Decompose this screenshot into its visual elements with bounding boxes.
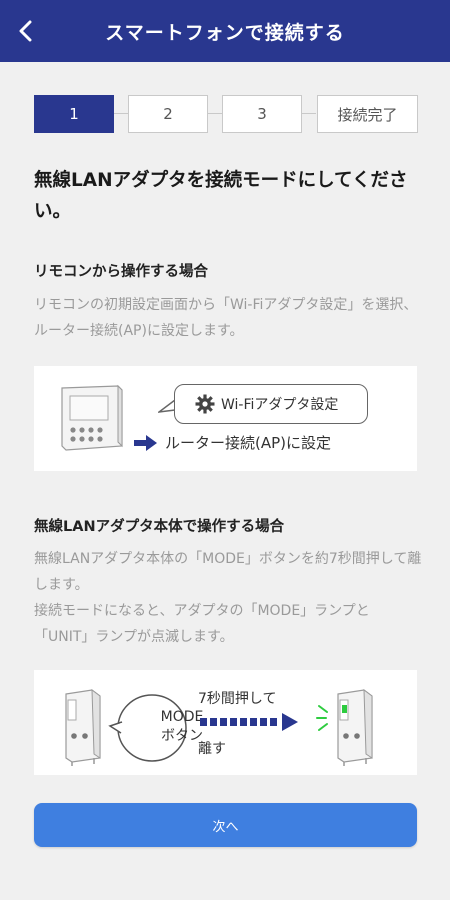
gear-icon (195, 394, 215, 414)
adapter-section-body-2: 接続モードになると、アダプタの「MODE」ランプと「UNIT」ランプが点滅します… (34, 603, 370, 645)
wifi-setting-label: Wi-Fiアダプタ設定 (221, 397, 339, 413)
remote-controller-icon (61, 384, 123, 451)
router-setting-row: ルーター接続(AP)に設定 (134, 432, 331, 453)
wifi-adapter-blinking-icon (337, 688, 373, 766)
wifi-adapter-icon (65, 688, 101, 766)
instruction-title: 無線LANアダプタを接続モードにしてください。 (34, 170, 408, 222)
adapter-section-body-1: 無線LANアダプタ本体の「MODE」ボタンを約7秒間押して離します。 (34, 551, 422, 593)
app-header: スマートフォンで接続する (0, 0, 450, 62)
page-title: スマートフォンで接続する (105, 21, 345, 44)
step-1: 1 (34, 95, 114, 133)
router-setting-label: ルーター接続(AP)に設定 (165, 434, 332, 452)
step-complete: 接続完了 (317, 95, 418, 133)
back-button[interactable] (8, 13, 44, 49)
step-indicator: 1 2 3 接続完了 (34, 95, 418, 133)
next-button[interactable]: 次へ (34, 803, 417, 847)
remote-section-title: リモコンから操作する場合 (34, 264, 208, 280)
remote-section-body: リモコンの初期設定画面から「Wi-Fiアダプタ設定」を選択、ルーター接続(AP)… (34, 297, 418, 339)
step-3: 3 (222, 95, 302, 133)
adapter-section-title: 無線LANアダプタ本体で操作する場合 (34, 519, 285, 535)
step-connector (208, 113, 222, 114)
arrow-right-icon (134, 434, 157, 451)
press-duration-label: 7秒間押して (198, 691, 277, 707)
adapter-illustration: MODE ボタン 7秒間押して 離す (34, 670, 417, 775)
step-connector (302, 113, 316, 114)
wifi-setting-bubble: Wi-Fiアダプタ設定 (174, 384, 368, 424)
step-2: 2 (128, 95, 208, 133)
dotted-arrow-icon (200, 713, 298, 731)
remote-illustration: Wi-Fiアダプタ設定 ルーター接続(AP)に設定 (34, 366, 417, 471)
chevron-left-icon (19, 20, 32, 42)
release-label: 離す (198, 741, 226, 757)
step-connector (114, 113, 128, 114)
